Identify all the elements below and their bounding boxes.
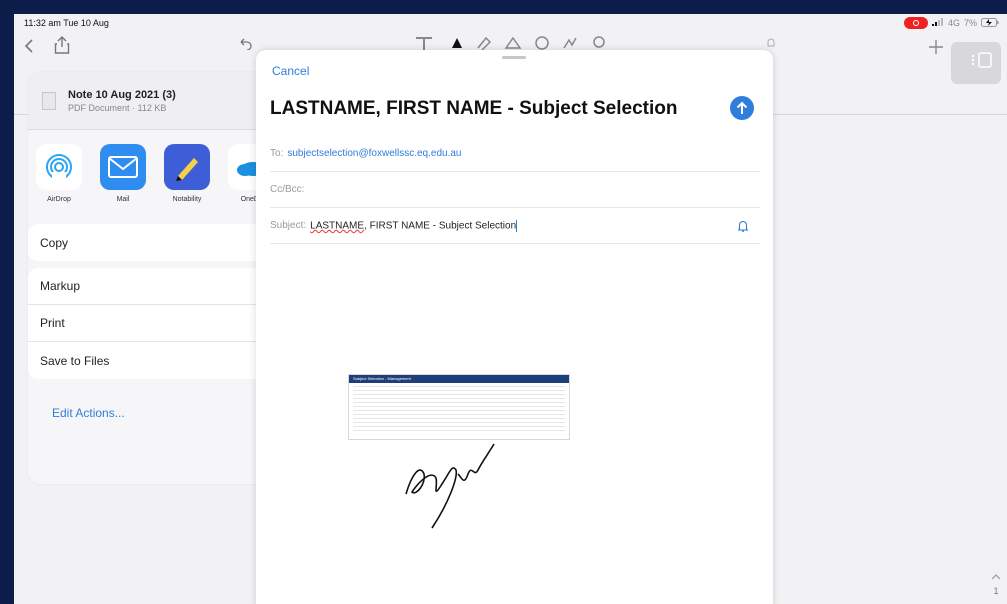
pdf-attachment-preview[interactable]: Subject Selection - Management xyxy=(348,374,570,440)
notability-icon xyxy=(164,144,210,190)
share-actions-group-2: Markup Print Save to Files xyxy=(28,268,288,379)
sheet-grabber[interactable] xyxy=(502,56,526,59)
share-actions-group-1: Copy xyxy=(28,224,288,261)
screen-recording-icon[interactable] xyxy=(903,17,928,29)
page-thumbnail-toggle[interactable] xyxy=(951,42,1001,84)
subject-misspelled-word: LASTNAME xyxy=(310,220,365,232)
status-indicators: 4G 7% xyxy=(903,17,999,29)
status-time: 11:32 am Tue 10 Aug xyxy=(24,18,109,28)
battery-percent: 7% xyxy=(963,18,977,28)
document-title: Note 10 Aug 2021 (3) xyxy=(68,88,176,101)
mail-icon xyxy=(100,144,146,190)
undo-icon[interactable] xyxy=(238,36,252,55)
text-cursor xyxy=(516,219,518,232)
network-label: 4G xyxy=(947,18,960,28)
cc-bcc-field[interactable]: Cc/Bcc: xyxy=(270,172,760,208)
attachment-header: Subject Selection - Management xyxy=(349,375,569,383)
cancel-button[interactable]: Cancel xyxy=(272,64,309,78)
subject-rest: , FIRST NAME - Subject Selection xyxy=(364,220,517,232)
to-field[interactable]: To: subjectselection@foxwellssc.eq.edu.a… xyxy=(270,136,760,172)
subject-value[interactable]: LASTNAME, FIRST NAME - Subject Selection xyxy=(310,219,518,232)
battery-charging-icon xyxy=(981,17,999,29)
add-page-icon[interactable] xyxy=(928,38,944,61)
document-subtitle: PDF Document · 112 KB xyxy=(68,102,167,113)
print-action[interactable]: Print xyxy=(28,305,288,342)
share-app-airdrop[interactable]: AirDrop xyxy=(36,144,82,203)
share-app-notability[interactable]: Notability xyxy=(164,144,210,203)
send-button[interactable] xyxy=(730,96,754,120)
save-to-files-action[interactable]: Save to Files xyxy=(28,342,288,379)
app-label: Mail xyxy=(116,196,130,203)
cc-bcc-label: Cc/Bcc: xyxy=(270,184,305,195)
copy-action[interactable]: Copy xyxy=(28,224,288,261)
edit-actions-link[interactable]: Edit Actions... xyxy=(52,406,125,420)
app-label: AirDrop xyxy=(47,196,71,203)
app-label: Notability xyxy=(172,196,202,203)
subject-field[interactable]: Subject: LASTNAME, FIRST NAME - Subject … xyxy=(270,208,760,244)
signal-icon xyxy=(931,18,944,28)
pdf-document-icon xyxy=(42,91,56,110)
subject-label: Subject: xyxy=(270,220,307,231)
mail-compose-sheet: Cancel LASTNAME, FIRST NAME - Subject Se… xyxy=(256,50,773,604)
share-icon[interactable] xyxy=(54,36,70,59)
share-apps-row: AirDrop Mail Notability OneDr xyxy=(36,144,274,203)
compose-title: LASTNAME, FIRST NAME - Subject Selection xyxy=(270,98,678,119)
share-app-mail[interactable]: Mail xyxy=(100,144,146,203)
share-sheet-header: Note 10 Aug 2021 (3) PDF Document · 112 … xyxy=(28,72,286,130)
notify-bell-icon[interactable] xyxy=(737,220,749,235)
markup-action[interactable]: Markup xyxy=(28,268,288,305)
ipad-screen: 11:32 am Tue 10 Aug 4G 7% 1 Note 10 Aug … xyxy=(14,14,1007,604)
to-recipient[interactable]: subjectselection@foxwellssc.eq.edu.au xyxy=(287,148,461,159)
page-indicator: 1 xyxy=(991,570,1001,598)
to-label: To: xyxy=(270,148,284,159)
handwritten-signature xyxy=(398,434,498,535)
scroll-up-chevron-icon[interactable] xyxy=(991,570,1001,584)
page-number: 1 xyxy=(993,586,999,596)
send-arrow-icon xyxy=(736,101,748,114)
back-chevron-icon[interactable] xyxy=(24,38,34,59)
airdrop-icon xyxy=(36,144,82,190)
